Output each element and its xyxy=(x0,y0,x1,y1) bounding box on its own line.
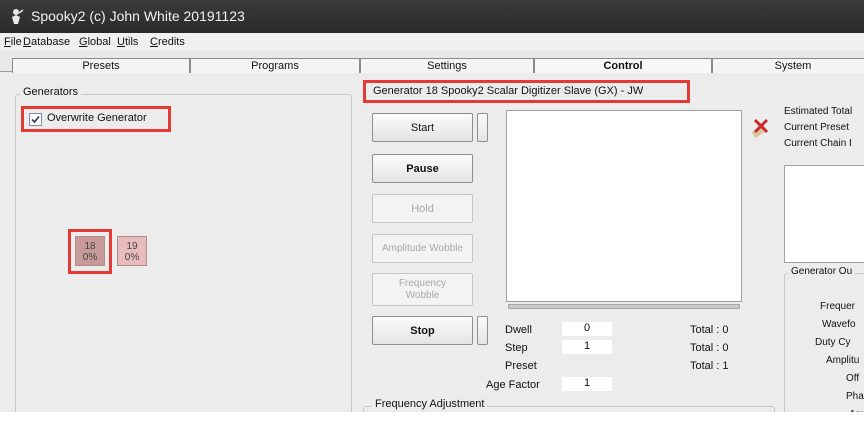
output-waveform-label: Wavefo xyxy=(822,319,856,330)
amplitude-wobble-button[interactable]: Amplitude Wobble xyxy=(372,234,473,263)
tab-control[interactable]: Control xyxy=(534,58,712,73)
app-logo-icon xyxy=(12,9,24,24)
generators-group xyxy=(15,94,352,412)
pause-button[interactable]: Pause xyxy=(372,154,473,183)
tab-programs[interactable]: Programs xyxy=(190,58,360,73)
estimated-total-label: Estimated Total xyxy=(784,106,853,117)
start-button[interactable]: Start xyxy=(372,113,473,142)
stop-button[interactable]: Stop xyxy=(372,316,473,345)
output-am-label: Am xyxy=(849,409,864,412)
clear-icon[interactable] xyxy=(749,114,773,138)
frequency-wobble-button[interactable]: Frequency Wobble xyxy=(372,273,473,306)
frequency-adjustment-label: Frequency Adjustment xyxy=(372,398,488,410)
menu-file[interactable]: File xyxy=(4,36,22,48)
checkmark-icon xyxy=(31,115,40,124)
tab-presets[interactable]: Presets xyxy=(12,58,190,73)
program-list-hscroll[interactable] xyxy=(508,304,740,309)
overwrite-checkbox[interactable] xyxy=(29,113,42,126)
output-amplitude-label: Amplitu xyxy=(826,355,860,366)
generator-tile-19[interactable]: 19 0% xyxy=(117,236,147,266)
title-bar: Spooky2 (c) John White 20191123 xyxy=(0,0,864,33)
generator-header: Generator 18 Spooky2 Scalar Digitizer Sl… xyxy=(373,85,644,97)
menu-database[interactable]: Database xyxy=(23,36,70,48)
generator-output-label: Generator Ou xyxy=(788,266,856,277)
overwrite-label: Overwrite Generator xyxy=(47,112,147,124)
menu-bar: File Database Global Utils Credits xyxy=(0,33,864,51)
dwell-value: 0 xyxy=(562,322,612,336)
app-window: Spooky2 (c) John White 20191123 File Dat… xyxy=(0,0,864,412)
menu-credits[interactable]: Credits xyxy=(150,36,185,48)
age-factor-label: Age Factor xyxy=(486,379,540,391)
chain-list[interactable] xyxy=(784,165,864,263)
step-label: Step xyxy=(505,342,528,354)
output-offset-label: Off xyxy=(846,373,860,384)
stop-option-button[interactable] xyxy=(477,316,488,345)
generator-18-highlight xyxy=(68,229,112,274)
generators-legend: Generators xyxy=(20,86,82,98)
hold-button[interactable]: Hold xyxy=(372,194,473,223)
age-factor-value: 1 xyxy=(562,377,612,391)
tab-system[interactable]: System xyxy=(712,58,864,73)
tab-settings[interactable]: Settings xyxy=(360,58,534,73)
start-option-button[interactable] xyxy=(477,113,488,142)
preset-label: Preset xyxy=(505,360,537,372)
current-chain-label: Current Chain I xyxy=(784,138,852,149)
menu-global[interactable]: Global xyxy=(79,36,111,48)
program-list[interactable] xyxy=(506,110,742,302)
preset-total: Total : 1 xyxy=(690,360,729,372)
step-value: 1 xyxy=(562,340,612,354)
output-duty-cycle-label: Duty Cy xyxy=(815,337,851,348)
menu-utils[interactable]: Utils xyxy=(117,36,138,48)
generator-percent: 0% xyxy=(124,252,140,263)
window-title: Spooky2 (c) John White 20191123 xyxy=(31,8,245,24)
output-frequency-label: Frequer xyxy=(820,301,856,312)
output-phase-label: Pha xyxy=(846,391,864,402)
step-total: Total : 0 xyxy=(690,342,729,354)
generator-number: 19 xyxy=(126,241,138,252)
current-preset-label: Current Preset xyxy=(784,122,850,133)
dwell-total: Total : 0 xyxy=(690,324,729,336)
dwell-label: Dwell xyxy=(505,324,532,336)
